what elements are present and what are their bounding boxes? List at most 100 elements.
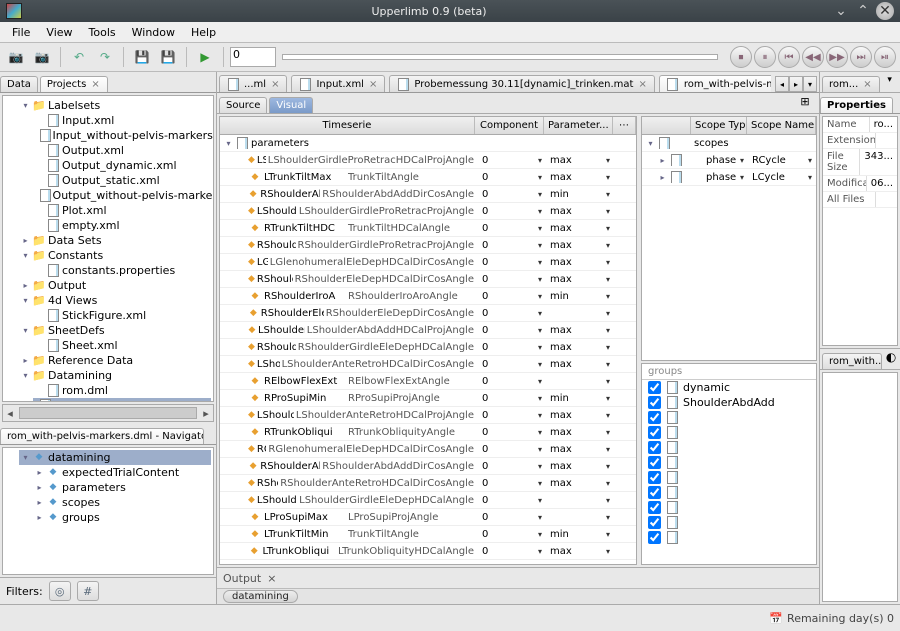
- chevron-down-icon[interactable]: ▾: [606, 241, 610, 250]
- rewind-icon[interactable]: ⏮: [778, 46, 800, 68]
- tree-item[interactable]: ▾4d Views: [19, 293, 211, 308]
- chevron-down-icon[interactable]: ▾: [606, 428, 610, 437]
- chevron-down-icon[interactable]: ▾: [740, 173, 744, 182]
- close-tab-icon[interactable]: ×: [90, 79, 100, 90]
- table-row[interactable]: LShoulderGirdLShoulderGirdleProRetracHDC…: [220, 152, 636, 169]
- table-row[interactable]: LShoulderAnteLShoulderAnteRetroHDCalDirC…: [220, 356, 636, 373]
- tab-projects[interactable]: Projects×: [40, 76, 108, 92]
- group-checkbox[interactable]: [648, 411, 661, 424]
- tree-item[interactable]: Input_without-pelvis-markers.xml: [33, 128, 211, 143]
- menu-view[interactable]: View: [38, 24, 80, 41]
- back-icon[interactable]: ◀◀: [802, 46, 824, 68]
- col-menu-icon[interactable]: ⋯: [613, 117, 636, 134]
- chevron-down-icon[interactable]: ▾: [606, 326, 610, 335]
- chevron-down-icon[interactable]: ▾: [538, 156, 542, 165]
- chevron-down-icon[interactable]: ▾: [606, 530, 610, 539]
- chevron-down-icon[interactable]: ▾: [538, 309, 542, 318]
- chevron-down-icon[interactable]: ▾: [538, 275, 542, 284]
- chevron-down-icon[interactable]: ▾: [606, 207, 610, 216]
- group-checkbox[interactable]: [648, 381, 661, 394]
- toggle-icon[interactable]: ▾: [21, 296, 30, 305]
- group-checkbox[interactable]: [648, 471, 661, 484]
- saveall-icon[interactable]: 💾: [156, 45, 180, 69]
- group-checkbox[interactable]: [648, 531, 661, 544]
- tree-item[interactable]: StickFigure.xml: [33, 308, 211, 323]
- close-output-icon[interactable]: ×: [267, 572, 276, 585]
- chevron-down-icon[interactable]: ▾: [538, 479, 542, 488]
- toggle-icon[interactable]: ▸: [21, 356, 30, 365]
- chevron-down-icon[interactable]: ▾: [606, 173, 610, 182]
- editor-tab[interactable]: Probemessung 30.11[dynamic]_trinken.mat×: [389, 75, 655, 92]
- table-row[interactable]: LTrunkObliquiLTrunkObliquityHDCalAngle0▾…: [220, 543, 636, 560]
- group-row[interactable]: [642, 515, 816, 530]
- run-icon[interactable]: ▶: [193, 45, 217, 69]
- table-row[interactable]: ▾parameters: [220, 135, 636, 152]
- romwith-action-icon[interactable]: ◐: [884, 345, 898, 369]
- tree-item[interactable]: Plot.xml: [33, 203, 211, 218]
- tree-item[interactable]: ▸Data Sets: [19, 233, 211, 248]
- chevron-down-icon[interactable]: ▾: [538, 428, 542, 437]
- tab-prev-icon[interactable]: ◂: [775, 76, 789, 92]
- chevron-down-icon[interactable]: ▾: [538, 207, 542, 216]
- table-row[interactable]: RShoulderAnteRShoulderAnteRetroHDCalDirC…: [220, 475, 636, 492]
- group-row[interactable]: [642, 470, 816, 485]
- group-row[interactable]: [642, 410, 816, 425]
- table-row[interactable]: RShoulderAbdRShoulderAbdAddDirCosAngle0▾…: [220, 458, 636, 475]
- group-checkbox[interactable]: [648, 486, 661, 499]
- table-row[interactable]: RShoulderGirdRShoulderGirdleEleDepHDCalA…: [220, 339, 636, 356]
- nav-item[interactable]: ▸parameters: [33, 480, 211, 495]
- menu-help[interactable]: Help: [183, 24, 224, 41]
- tree-item[interactable]: Output.xml: [33, 143, 211, 158]
- group-row[interactable]: ShoulderAbdAdd: [642, 395, 816, 410]
- close-tab-icon[interactable]: ×: [368, 79, 378, 90]
- table-row[interactable]: RElbowFlexExtRElbowFlexExtAngle0▾▾: [220, 373, 636, 390]
- tree-item[interactable]: Sheet.xml: [33, 338, 211, 353]
- group-row[interactable]: [642, 500, 816, 515]
- nav-item[interactable]: ▸scopes: [33, 495, 211, 510]
- minimize-button[interactable]: ⌄: [832, 2, 850, 20]
- tree-hscroll[interactable]: ◂▸: [2, 404, 214, 422]
- chevron-down-icon[interactable]: ▾: [606, 343, 610, 352]
- toggle-icon[interactable]: ▾: [21, 251, 30, 260]
- group-row[interactable]: [642, 440, 816, 455]
- chevron-down-icon[interactable]: ▾: [538, 258, 542, 267]
- close-tab-icon[interactable]: ×: [637, 79, 647, 90]
- play-icon[interactable]: ▶▶: [826, 46, 848, 68]
- nav-item[interactable]: ▸groups: [33, 510, 211, 525]
- chevron-down-icon[interactable]: ▾: [606, 377, 610, 386]
- tree-item[interactable]: ▾Constants: [19, 248, 211, 263]
- table-row[interactable]: RProSupiMinRProSupiProjAngle0▾min▾: [220, 390, 636, 407]
- editor-tab[interactable]: Input.xml×: [291, 75, 385, 92]
- table-row[interactable]: LShoulderGirdLShoulderGirdleProRetracPro…: [220, 203, 636, 220]
- group-checkbox[interactable]: [648, 456, 661, 469]
- menu-file[interactable]: File: [4, 24, 38, 41]
- group-checkbox[interactable]: [648, 441, 661, 454]
- navigator-tree[interactable]: ▾datamining▸expectedTrialContent▸paramet…: [2, 447, 214, 575]
- tab-properties[interactable]: Properties: [820, 97, 893, 113]
- tab-rom[interactable]: rom...×: [822, 76, 880, 92]
- forward-icon[interactable]: ⏭: [850, 46, 872, 68]
- chevron-down-icon[interactable]: ▾: [740, 156, 744, 165]
- tree-item[interactable]: rom_with-pelvis-markers.dml: [33, 398, 211, 402]
- tree-item[interactable]: empty.xml: [33, 218, 211, 233]
- table-row[interactable]: LGlenohumeraLGlenohumeralEleDepHDCalDirC…: [220, 254, 636, 271]
- group-row[interactable]: [642, 425, 816, 440]
- table-row[interactable]: LShoulderGirdLShoulderGirdleEleDepHDCalA…: [220, 492, 636, 509]
- menu-window[interactable]: Window: [124, 24, 183, 41]
- tree-item[interactable]: constants.properties: [33, 263, 211, 278]
- table-row[interactable]: LTrunkTiltMinTrunkTiltAngle0▾min▾: [220, 526, 636, 543]
- table-row[interactable]: LTrunkTiltMaxTrunkTiltAngle0▾max▾: [220, 169, 636, 186]
- group-checkbox[interactable]: [648, 516, 661, 529]
- close-button[interactable]: ✕: [876, 2, 894, 20]
- chevron-down-icon[interactable]: ▾: [538, 394, 542, 403]
- tree-item[interactable]: ▾Labelsets: [19, 98, 211, 113]
- chevron-down-icon[interactable]: ▾: [538, 343, 542, 352]
- close-tab-icon[interactable]: ×: [270, 79, 280, 90]
- maximize-button[interactable]: ⌃: [854, 2, 872, 20]
- save-icon[interactable]: 💾: [130, 45, 154, 69]
- timeline-slider[interactable]: [282, 54, 718, 60]
- filter2-button[interactable]: #: [77, 581, 99, 601]
- chevron-down-icon[interactable]: ▾: [538, 360, 542, 369]
- tree-item[interactable]: Output_without-pelvis-markers.xml: [33, 188, 211, 203]
- table-row[interactable]: LShoulderAbdLShoulderAbdAddHDCalProjAngl…: [220, 322, 636, 339]
